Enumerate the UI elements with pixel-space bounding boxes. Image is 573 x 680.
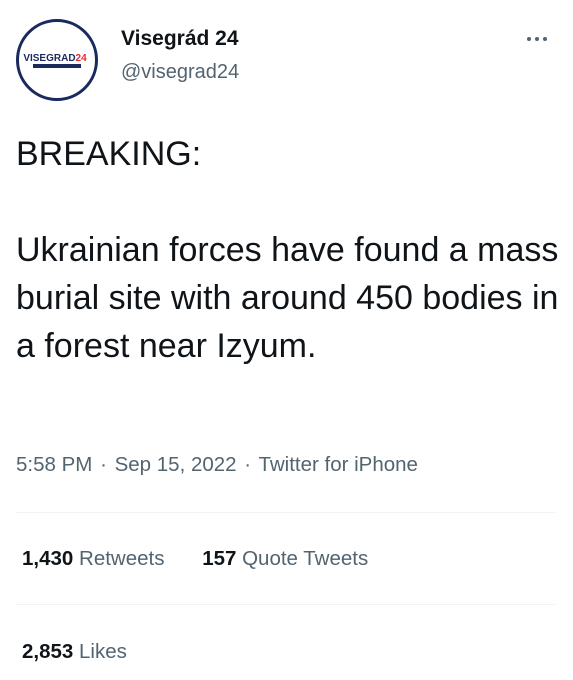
tweet-text: BREAKING: Ukrainian forces have found a …	[16, 135, 559, 365]
logo-subtext-bar	[33, 64, 81, 68]
tweet-meta: 5:58 PM · Sep 15, 2022 · Twitter for iPh…	[16, 453, 418, 477]
quote-tweets-label: Quote Tweets	[242, 547, 369, 570]
visegrad24-logo: VISEGRAD24	[23, 53, 87, 68]
logo-text-num: 24	[76, 53, 88, 64]
handle[interactable]: @visegrad24	[121, 61, 239, 84]
retweets-count: 1,430	[22, 547, 74, 570]
retweets-stat[interactable]: 1,430 Retweets	[22, 547, 164, 571]
retweets-label: Retweets	[79, 547, 165, 570]
divider	[16, 512, 555, 513]
likes-count: 2,853	[22, 640, 74, 663]
more-options-button[interactable]	[522, 29, 552, 49]
likes-stat[interactable]: 2,853 Likes	[22, 640, 127, 664]
likes-label: Likes	[79, 640, 127, 663]
meta-separator: ·	[100, 453, 107, 476]
quote-tweets-count: 157	[202, 547, 237, 570]
divider	[16, 604, 555, 605]
logo-text-main: VISEGRAD	[23, 53, 75, 64]
logo-text: VISEGRAD24	[23, 53, 87, 64]
tweet-date[interactable]: Sep 15, 2022	[115, 453, 237, 476]
likes-stats-row: 2,853 Likes	[22, 640, 159, 664]
engagement-stats-row: 1,430 Retweets 157 Quote Tweets	[22, 547, 400, 571]
avatar[interactable]: VISEGRAD24	[16, 19, 98, 101]
meta-separator: ·	[244, 453, 252, 476]
quote-tweets-stat[interactable]: 157 Quote Tweets	[202, 547, 368, 571]
more-horizontal-icon	[527, 37, 547, 41]
display-name[interactable]: Visegrád 24	[121, 27, 239, 51]
tweet-time[interactable]: 5:58 PM	[16, 453, 92, 476]
tweet-source[interactable]: Twitter for iPhone	[258, 453, 418, 476]
